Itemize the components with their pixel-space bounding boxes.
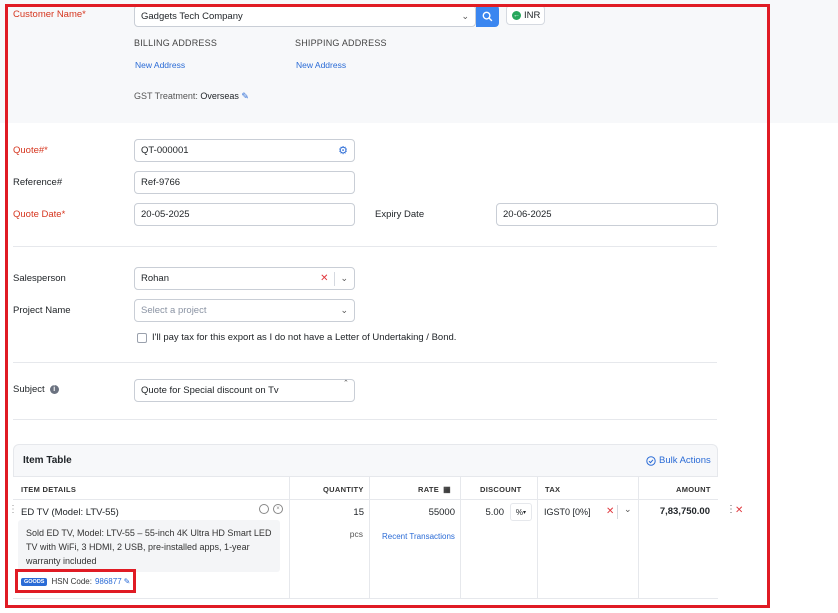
highlight-frame (5, 4, 770, 608)
